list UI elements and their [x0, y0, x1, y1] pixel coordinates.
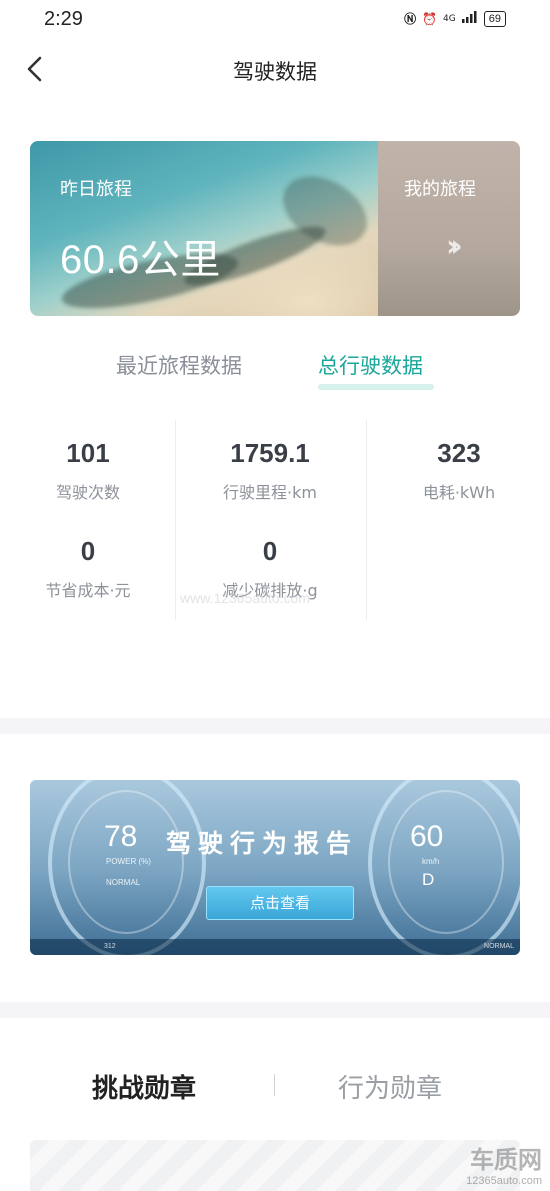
- stats-divider: [366, 420, 367, 620]
- power-mode: NORMAL: [106, 878, 141, 887]
- stat-mileage: 1759.1 行驶里程·km: [200, 438, 340, 503]
- stat-label: 节省成本·元: [45, 581, 131, 600]
- double-chevron-icon[interactable]: ››: [446, 229, 462, 264]
- stat-drive-count: 101 驾驶次数: [28, 438, 148, 503]
- site-logo: 车质网 12365auto.com: [466, 1140, 542, 1187]
- badge-card: [30, 1140, 520, 1191]
- stat-value: 1759.1: [230, 438, 310, 468]
- strip-right-mode: NORMAL: [484, 943, 514, 950]
- stat-value: 0: [80, 536, 96, 566]
- report-title: 驾驶行为报告: [166, 829, 359, 858]
- stat-value: 0: [262, 536, 278, 566]
- tab-active-indicator: [318, 384, 434, 390]
- stat-cost-saved: 0 节省成本·元: [28, 536, 148, 601]
- badge-tabs-divider: [274, 1074, 275, 1096]
- stat-label: 电耗·kWh: [422, 483, 496, 502]
- section-divider: [0, 718, 550, 734]
- stat-value: 101: [66, 438, 110, 468]
- stat-label: 驾驶次数: [55, 483, 120, 502]
- report-status-strip: 312 NORMAL: [30, 939, 520, 955]
- speed-unit: km/h: [422, 857, 440, 866]
- power-unit: POWER (%): [106, 857, 151, 866]
- signal-label: 4G: [443, 13, 456, 24]
- status-icons: Ⓝ ⏰ 4G 69: [404, 10, 506, 27]
- view-report-button[interactable]: 点击查看: [206, 886, 354, 920]
- tab-behavior-badges[interactable]: 行为勋章: [338, 1068, 442, 1105]
- nfc-icon: Ⓝ: [404, 12, 417, 26]
- driving-report-banner[interactable]: 78 POWER (%) NORMAL 驾驶行为报告 60 km/h D 点击查…: [30, 780, 520, 955]
- yesterday-trip-value: 60.6公里: [60, 238, 221, 282]
- gear-indicator: D: [422, 870, 435, 889]
- right-gauge-inner: [388, 790, 504, 934]
- yesterday-trip-label: 昨日旅程: [60, 179, 132, 200]
- stat-energy: 323 电耗·kWh: [392, 438, 526, 503]
- status-time: 2:29: [44, 8, 83, 30]
- page-title: 驾驶数据: [233, 60, 317, 84]
- stat-label: 行驶里程·km: [223, 483, 317, 502]
- battery-icon: 69: [483, 10, 506, 27]
- speed-value: 60: [410, 820, 444, 853]
- tab-challenge-badges[interactable]: 挑战勋章: [92, 1068, 196, 1105]
- signal-icon: [461, 11, 478, 26]
- stat-value: 323: [437, 438, 481, 468]
- site-logo-name: 车质网: [470, 1146, 542, 1174]
- section-divider: [0, 1002, 550, 1018]
- site-logo-url: 12365auto.com: [466, 1175, 542, 1187]
- stats-divider: [175, 420, 176, 620]
- watermark: www.12365auto.com: [180, 590, 310, 606]
- power-value: 78: [104, 820, 138, 853]
- alarm-icon: ⏰: [422, 11, 438, 26]
- tab-recent-trips[interactable]: 最近旅程数据: [116, 350, 242, 380]
- tab-total-driving[interactable]: 总行驶数据: [318, 350, 423, 380]
- strip-left-value: 312: [104, 943, 116, 950]
- trip-card[interactable]: 昨日旅程 60.6公里 我的旅程 ››: [30, 141, 520, 316]
- my-trips-label[interactable]: 我的旅程: [404, 175, 476, 201]
